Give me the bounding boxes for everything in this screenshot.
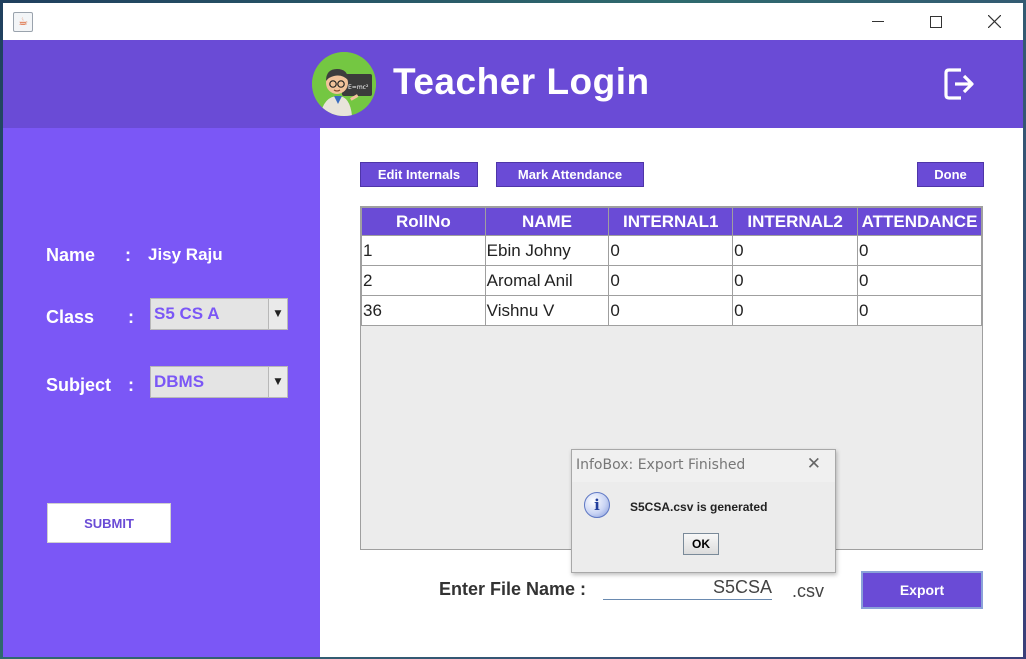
file-extension: .csv <box>792 581 825 601</box>
class-label: Class <box>46 307 95 327</box>
done-button[interactable]: Done <box>917 162 984 187</box>
svg-text:E=mc²: E=mc² <box>348 84 369 91</box>
dialog-message: S5CSA.csv is generated <box>630 500 768 514</box>
page-title: Teacher Login <box>393 61 650 102</box>
table-row[interactable]: 2 Aromal Anil 0 0 0 <box>361 265 982 296</box>
table-cell[interactable]: 0 <box>857 265 982 296</box>
table-cell[interactable]: 0 <box>732 295 859 326</box>
table-cell[interactable]: 0 <box>732 235 859 266</box>
app-window: ☕ E=mc² Teacher Login Name: Jisy Raju C… <box>3 3 1023 657</box>
chevron-down-icon[interactable]: ▼ <box>268 367 287 397</box>
export-button[interactable]: Export <box>861 571 983 609</box>
file-name-input[interactable]: S5CSA <box>603 577 772 600</box>
table-cell[interactable]: 1 <box>361 235 486 266</box>
table-row[interactable]: 36 Vishnu V 0 0 0 <box>361 295 982 326</box>
close-button[interactable] <box>965 3 1023 40</box>
ok-button[interactable]: OK <box>683 533 719 555</box>
minimize-button[interactable] <box>849 3 907 40</box>
export-info-dialog: InfoBox: Export Finished ✕ i S5CSA.csv i… <box>571 449 836 573</box>
column-header[interactable]: ATTENDANCE <box>857 207 982 236</box>
table-cell[interactable]: Vishnu V <box>484 295 610 326</box>
java-icon: ☕ <box>13 12 33 32</box>
table-cell[interactable]: Aromal Anil <box>484 265 610 296</box>
file-name-label: Enter File Name : <box>439 579 587 599</box>
table-cell[interactable]: 0 <box>608 235 734 266</box>
class-select-value: S5 CS A <box>154 304 220 323</box>
teacher-avatar: E=mc² <box>312 52 376 116</box>
column-header[interactable]: INTERNAL2 <box>732 207 859 236</box>
student-table-container[interactable]: RollNo NAME INTERNAL1 INTERNAL2 ATTENDAN… <box>360 206 983 573</box>
subject-select-value: DBMS <box>154 372 205 391</box>
table-cell[interactable]: 0 <box>608 265 734 296</box>
table-cell[interactable]: 2 <box>361 265 486 296</box>
main-panel: Edit Internals Mark Attendance Done Roll… <box>320 128 1023 657</box>
edit-internals-button[interactable]: Edit Internals <box>360 162 478 187</box>
column-header[interactable]: RollNo <box>361 207 486 236</box>
table-cell[interactable]: 0 <box>732 265 859 296</box>
logout-icon[interactable] <box>943 66 977 102</box>
teacher-info-panel: Name : Jisy Raju Class : S5 CS A ▼ Subje… <box>3 128 320 657</box>
table-header-row: RollNo NAME INTERNAL1 INTERNAL2 ATTENDAN… <box>361 207 982 236</box>
info-icon: i <box>584 492 610 518</box>
submit-button[interactable]: SUBMIT <box>47 503 171 543</box>
student-table: RollNo NAME INTERNAL1 INTERNAL2 ATTENDAN… <box>361 207 982 326</box>
table-cell[interactable]: 0 <box>857 295 982 326</box>
maximize-button[interactable] <box>907 3 965 40</box>
dialog-title: InfoBox: Export Finished <box>576 457 746 473</box>
column-header[interactable]: INTERNAL1 <box>608 207 734 236</box>
class-select[interactable]: S5 CS A ▼ <box>150 298 288 330</box>
name-separator: : <box>125 245 131 265</box>
mark-attendance-button[interactable]: Mark Attendance <box>496 162 644 187</box>
table-cell[interactable]: 0 <box>608 295 734 326</box>
subject-label: Subject <box>46 375 112 395</box>
header-bar: E=mc² Teacher Login <box>3 40 1023 128</box>
table-row[interactable]: 1 Ebin Johny 0 0 0 <box>361 235 982 266</box>
class-separator: : <box>128 307 134 327</box>
dialog-body: i S5CSA.csv is generated OK <box>572 482 835 572</box>
table-cell[interactable]: Ebin Johny <box>484 235 610 266</box>
subject-select[interactable]: DBMS ▼ <box>150 366 288 398</box>
chevron-down-icon[interactable]: ▼ <box>268 299 287 329</box>
subject-separator: : <box>128 375 134 395</box>
table-cell[interactable]: 36 <box>361 295 486 326</box>
teacher-name: Jisy Raju <box>148 245 223 264</box>
table-cell[interactable]: 0 <box>857 235 982 266</box>
title-bar: ☕ <box>3 3 1023 40</box>
column-header[interactable]: NAME <box>484 207 610 236</box>
close-icon[interactable]: ✕ <box>807 454 821 474</box>
name-label: Name <box>46 245 96 265</box>
